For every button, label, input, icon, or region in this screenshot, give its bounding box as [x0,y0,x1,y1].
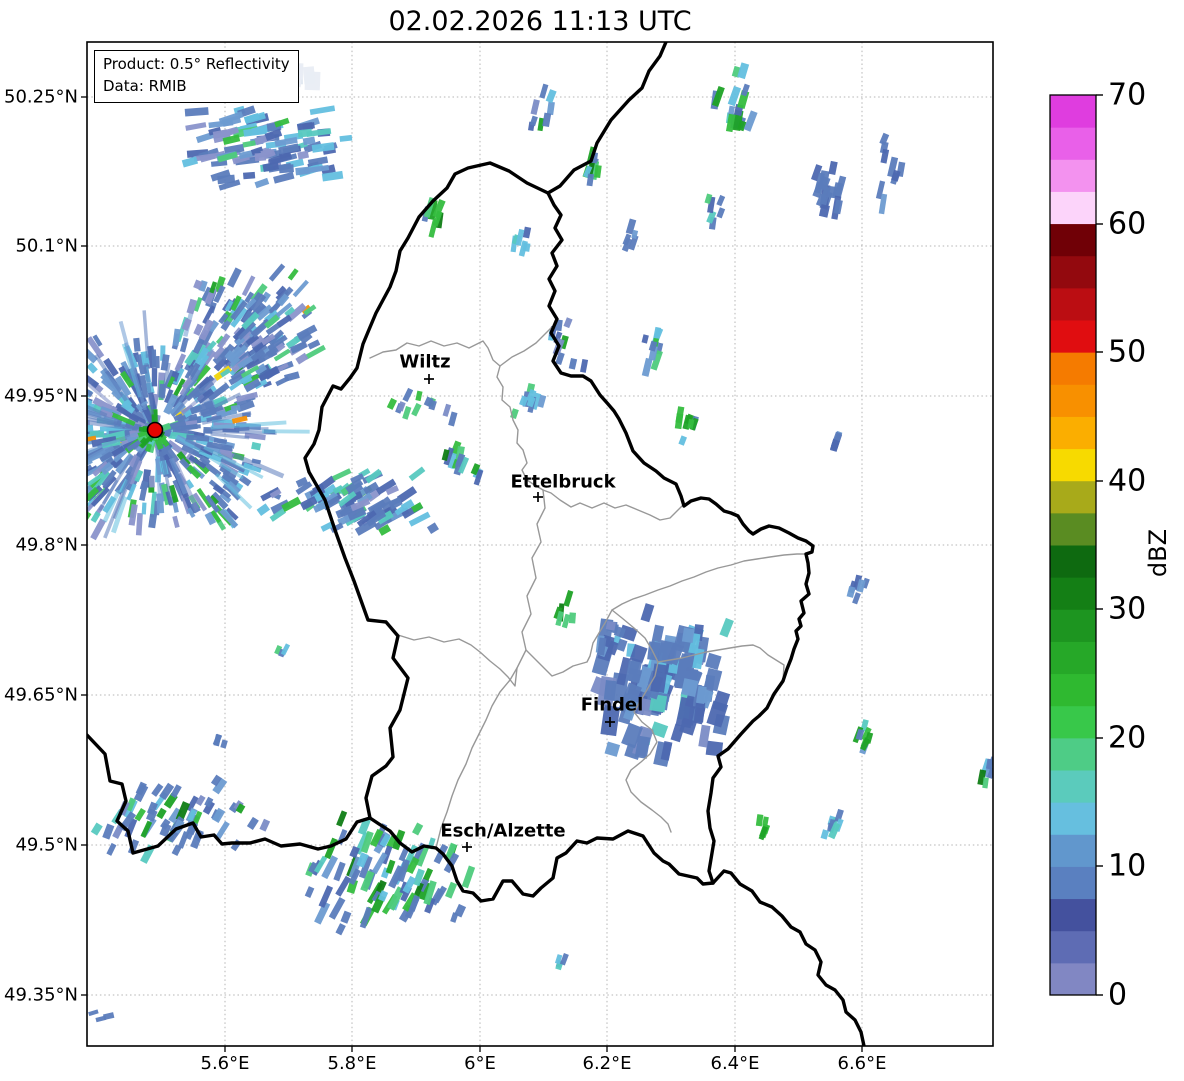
lat-tick-label: 50.1°N [15,235,78,257]
product-info-box: Product: 0.5° Reflectivity Data: RMIB [94,50,299,103]
lat-tick-label: 50.25°N [4,86,78,108]
colorbar-tick-label: 10 [1108,848,1147,884]
colorbar-axis-label: dBZ [1144,528,1172,578]
radar-map-page: 02.02.2026 11:13 UTC Product: 0.5° Refle… [0,0,1184,1081]
city-label: Ettelbruck [510,471,616,493]
lat-tick-label: 49.65°N [4,684,78,706]
lon-tick-label: 6.4°E [710,1053,760,1074]
lon-tick-label: 5.8°E [327,1053,377,1074]
colorbar-tick-label: 30 [1108,591,1147,627]
colorbar [1049,94,1103,996]
colorbar-tick-label: 60 [1108,206,1147,242]
lat-tick-label: 49.5°N [15,834,78,856]
city-label: Esch/Alzette [440,820,566,842]
radar-echoes [87,62,993,1023]
lat-tick-label: 49.8°N [15,534,78,556]
lon-tick-label: 6°E [464,1053,496,1074]
lat-tick-label: 49.35°N [4,984,78,1006]
page-title: 02.02.2026 11:13 UTC [388,6,692,37]
colorbar-tick-label: 0 [1108,977,1128,1013]
product-line: Product: 0.5° Reflectivity [103,55,290,73]
lon-tick-label: 6.6°E [837,1053,887,1074]
colorbar-tick-label: 40 [1108,463,1147,499]
colorbar-tick-label: 70 [1108,77,1147,113]
data-source-line: Data: RMIB [103,76,187,95]
radar-site-dot [146,421,164,439]
colorbar-tick-label: 50 [1108,334,1147,370]
city-label: Wiltz [399,351,451,373]
city-label: Findel [580,694,644,716]
colorbar-tick-label: 20 [1108,720,1147,756]
lat-tick-label: 49.95°N [4,385,78,407]
lon-tick-label: 5.6°E [200,1053,250,1074]
country-borders [87,42,866,1046]
map-canvas [81,41,1103,1052]
lon-tick-label: 6.2°E [582,1053,632,1074]
